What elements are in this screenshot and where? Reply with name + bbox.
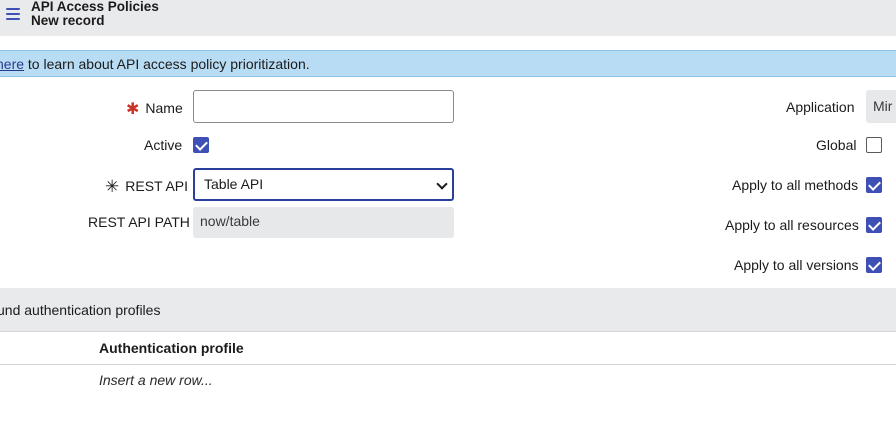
rest-api-select[interactable]: Table API: [193, 168, 454, 201]
checkmark-icon: [868, 218, 881, 231]
apply-all-methods-label: Apply to all methods: [732, 177, 859, 193]
apply-all-versions-label: Apply to all versions: [734, 257, 859, 273]
active-label: Active: [144, 137, 183, 153]
related-list-title: und authentication profiles: [0, 302, 161, 318]
apply-all-versions-checkbox[interactable]: [866, 257, 882, 273]
name-label: ✱ Name: [126, 100, 183, 118]
rest-api-selected-value: Table API: [204, 176, 264, 192]
application-label: Application: [786, 99, 855, 115]
related-list-header: und authentication profiles: [0, 288, 896, 332]
column-header-row: Authentication profile: [0, 332, 896, 365]
required-asterisk-icon: ✳: [105, 177, 120, 196]
checkmark-icon: [868, 258, 881, 271]
rest-api-path-field: now/table: [193, 207, 454, 238]
hamburger-menu-icon[interactable]: [6, 8, 20, 20]
info-link[interactable]: here: [0, 56, 24, 72]
rest-api-label: ✳ REST API: [105, 177, 189, 196]
info-message: here to learn about API access policy pr…: [0, 56, 310, 72]
active-checkbox[interactable]: [193, 137, 209, 153]
chevron-down-icon: [436, 178, 448, 190]
apply-all-methods-checkbox[interactable]: [866, 177, 882, 193]
page-title: API Access Policies: [31, 0, 159, 14]
page-header: API Access Policies New record: [0, 0, 896, 36]
checkmark-icon: [195, 138, 208, 151]
global-checkbox[interactable]: [866, 137, 882, 153]
checkmark-icon: [868, 178, 881, 191]
name-input[interactable]: [193, 90, 454, 123]
rest-api-path-value: now/table: [200, 213, 260, 229]
page-subtitle: New record: [31, 13, 105, 28]
info-banner: here to learn about API access policy pr…: [0, 50, 896, 77]
application-field: Mir: [866, 90, 896, 123]
insert-new-row-link[interactable]: Insert a new row...: [99, 372, 213, 388]
column-header-authentication-profile[interactable]: Authentication profile: [99, 340, 244, 356]
required-asterisk-icon: ✱: [126, 101, 140, 118]
global-label: Global: [816, 137, 857, 153]
rest-api-path-label: REST API PATH: [88, 214, 190, 230]
application-value: Mir: [873, 98, 893, 114]
apply-all-resources-label: Apply to all resources: [725, 217, 859, 233]
info-text: to learn about API access policy priorit…: [24, 56, 310, 72]
apply-all-resources-checkbox[interactable]: [866, 217, 882, 233]
